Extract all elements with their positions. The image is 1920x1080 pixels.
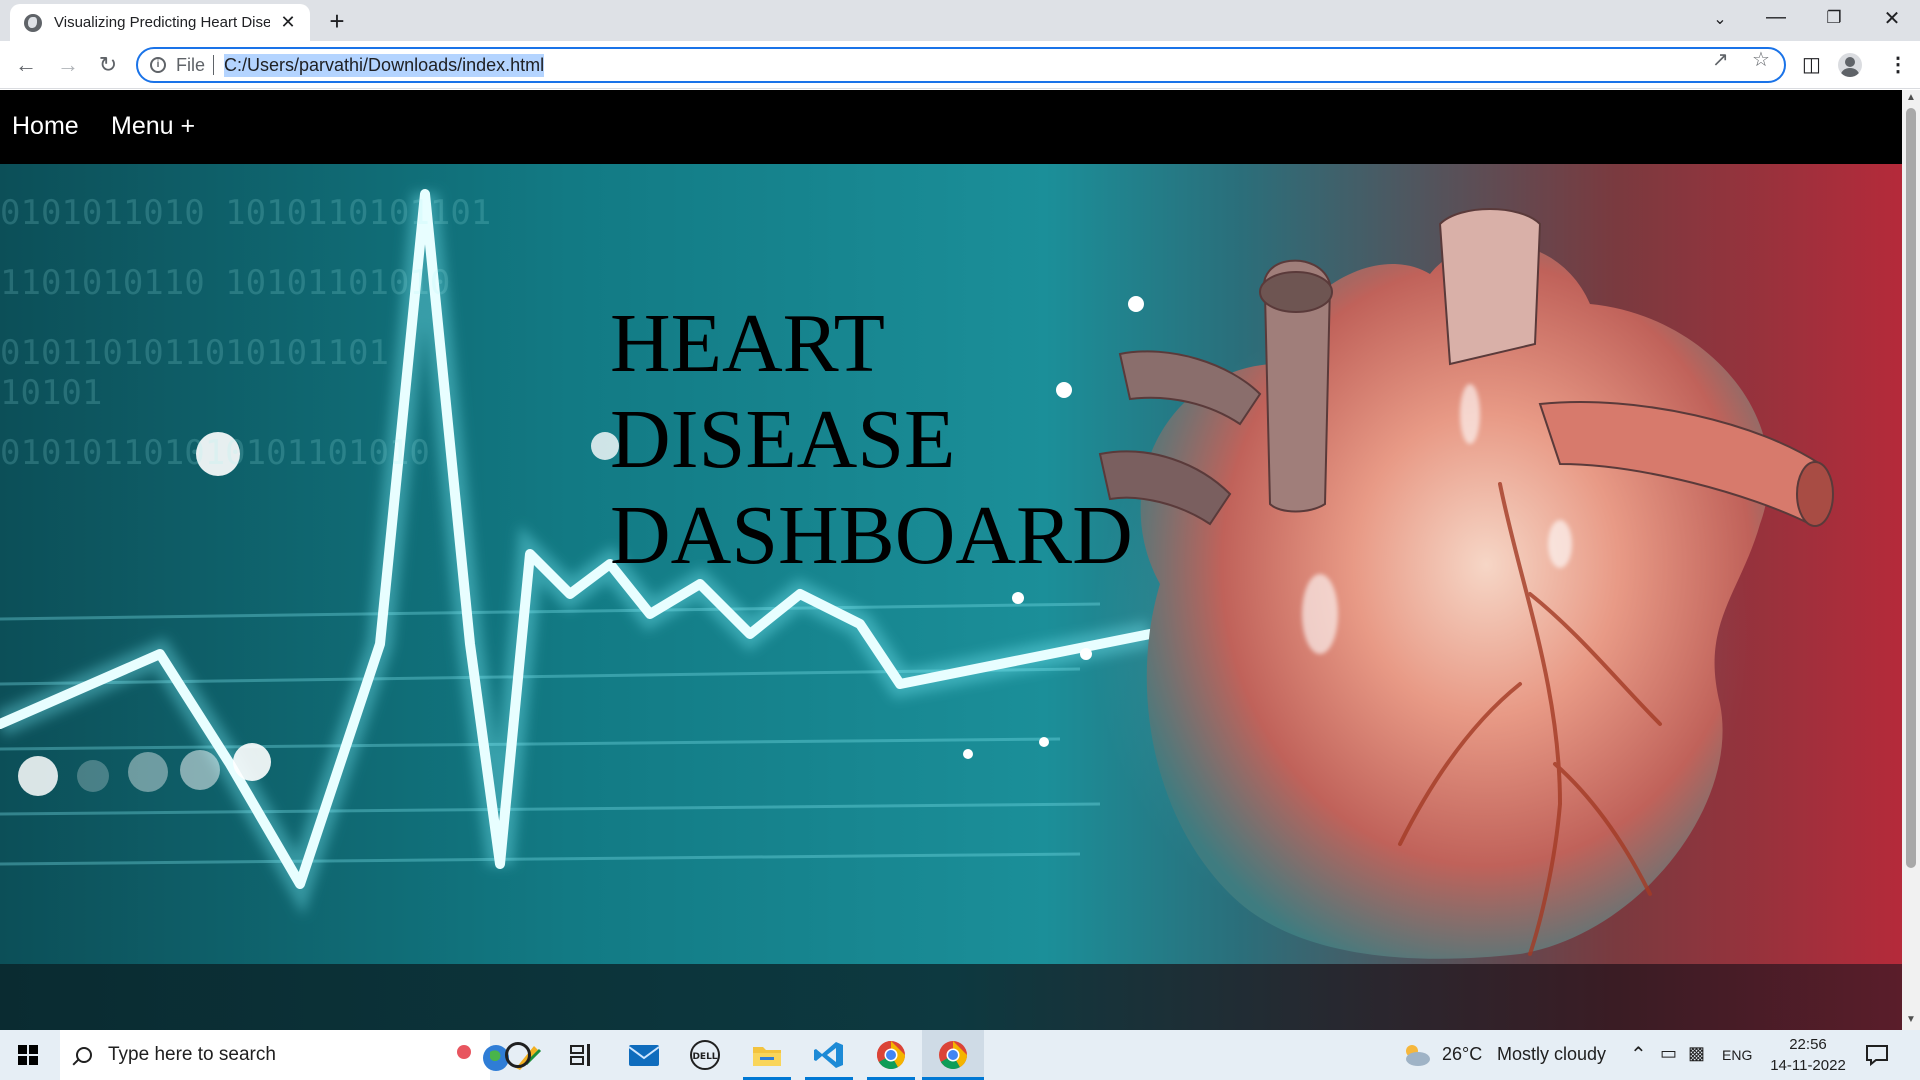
scheme-label: File <box>176 54 206 75</box>
hero-title: HEART DISEASE DASHBOARD <box>610 296 1133 584</box>
battery-icon[interactable]: ▩ <box>1688 1043 1705 1064</box>
svg-text:DELL: DELL <box>692 1052 717 1062</box>
profile-avatar-icon[interactable] <box>1838 53 1862 77</box>
globe-icon <box>24 13 42 32</box>
dell-icon[interactable]: DELL <box>688 1039 722 1071</box>
back-arrow-icon[interactable]: ← <box>10 50 42 80</box>
reload-icon[interactable]: ↻ <box>92 50 124 80</box>
tab-close-button[interactable]: ✕ <box>278 12 298 33</box>
page-viewport: Home Menu + 0101011010 1010110101101 110… <box>0 90 1902 1030</box>
input-language[interactable]: ENG <box>1722 1047 1752 1063</box>
side-panel-icon[interactable]: ◫ <box>1802 52 1821 77</box>
svg-text:10101: 10101 <box>0 373 102 413</box>
url-text[interactable]: C:/Users/parvathi/Downloads/index.html <box>224 53 545 77</box>
mail-icon[interactable] <box>627 1039 661 1071</box>
scrollbar-thumb[interactable] <box>1906 108 1916 868</box>
file-explorer-icon[interactable] <box>750 1039 784 1071</box>
site-navbar: Home Menu + <box>0 90 1902 164</box>
scroll-down-arrow-icon[interactable]: ▼ <box>1906 1014 1916 1025</box>
task-view-icon[interactable] <box>565 1039 599 1071</box>
chrome-icon[interactable] <box>936 1039 970 1071</box>
nav-home-link[interactable]: Home <box>12 112 79 141</box>
kebab-menu-icon[interactable]: ⋮ <box>1888 52 1908 77</box>
vscode-icon[interactable] <box>812 1039 846 1071</box>
page-lower-section <box>0 964 1902 1030</box>
nav-menu-dropdown[interactable]: Menu + <box>111 112 195 141</box>
hero-title-line: HEART <box>610 297 885 390</box>
svg-text:0101101011010101101: 0101101011010101101 <box>0 333 389 373</box>
browser-tab[interactable]: Visualizing Predicting Heart Disease ✕ <box>10 4 310 41</box>
weather-temperature[interactable]: 26°C <box>1442 1044 1482 1065</box>
chrome-icon[interactable] <box>874 1039 908 1071</box>
show-hidden-icons-chevron-icon[interactable]: ⌃ <box>1630 1042 1647 1067</box>
hero-banner: 0101011010 1010110101101 1101010110 1010… <box>0 164 1902 964</box>
notification-center-icon[interactable] <box>1864 1042 1890 1068</box>
windows-start-icon[interactable] <box>18 1045 38 1065</box>
svg-text:1101010110 10101101010: 1101010110 10101101010 <box>0 263 450 303</box>
close-window-button[interactable]: ✕ <box>1872 6 1912 31</box>
scroll-up-arrow-icon[interactable]: ▲ <box>1906 92 1916 103</box>
hero-title-line: DASHBOARD <box>610 489 1133 582</box>
bookmark-star-icon[interactable]: ☆ <box>1752 47 1770 72</box>
svg-text:010101101010101101010: 010101101010101101010 <box>0 433 430 473</box>
vertical-scrollbar[interactable]: ▲ ▼ <box>1902 90 1920 1030</box>
taskbar-search-box[interactable]: Type here to search <box>60 1030 542 1080</box>
share-icon[interactable]: ↗ <box>1712 47 1729 72</box>
forward-arrow-icon[interactable]: → <box>52 50 84 80</box>
info-icon[interactable]: i <box>150 57 166 73</box>
restore-button[interactable]: ❐ <box>1814 8 1854 28</box>
cortana-icon[interactable] <box>505 1042 531 1068</box>
clock-time: 22:56 <box>1789 1036 1827 1053</box>
weather-cloud-icon[interactable] <box>1400 1041 1432 1069</box>
tab-search-chevron-icon[interactable]: ⌄ <box>1700 9 1740 29</box>
weather-condition[interactable]: Mostly cloudy <box>1497 1044 1606 1065</box>
taskbar-clock[interactable]: 22:56 14-11-2022 <box>1760 1034 1856 1076</box>
address-bar[interactable]: i File C:/Users/parvathi/Downloads/index… <box>136 47 1786 83</box>
search-icon <box>76 1047 92 1063</box>
minimize-button[interactable]: — <box>1756 6 1796 29</box>
search-highlight-icon[interactable] <box>450 1040 546 1072</box>
browser-toolbar: ← → ↻ i File C:/Users/parvathi/Downloads… <box>0 41 1920 89</box>
search-placeholder: Type here to search <box>108 1044 276 1065</box>
svg-text:0101011010 1010110101101: 0101011010 1010110101101 <box>0 193 491 233</box>
tab-title: Visualizing Predicting Heart Disease <box>54 14 270 31</box>
meet-now-icon[interactable]: ▭ <box>1660 1043 1677 1064</box>
tab-strip: Visualizing Predicting Heart Disease ✕ +… <box>0 0 1920 41</box>
divider <box>213 55 215 75</box>
hero-title-line: DISEASE <box>610 393 956 486</box>
clock-date: 14-11-2022 <box>1770 1057 1846 1074</box>
new-tab-button[interactable]: + <box>322 6 352 37</box>
windows-taskbar: Type here to search DELL 26°C Mostly clo… <box>0 1030 1920 1080</box>
